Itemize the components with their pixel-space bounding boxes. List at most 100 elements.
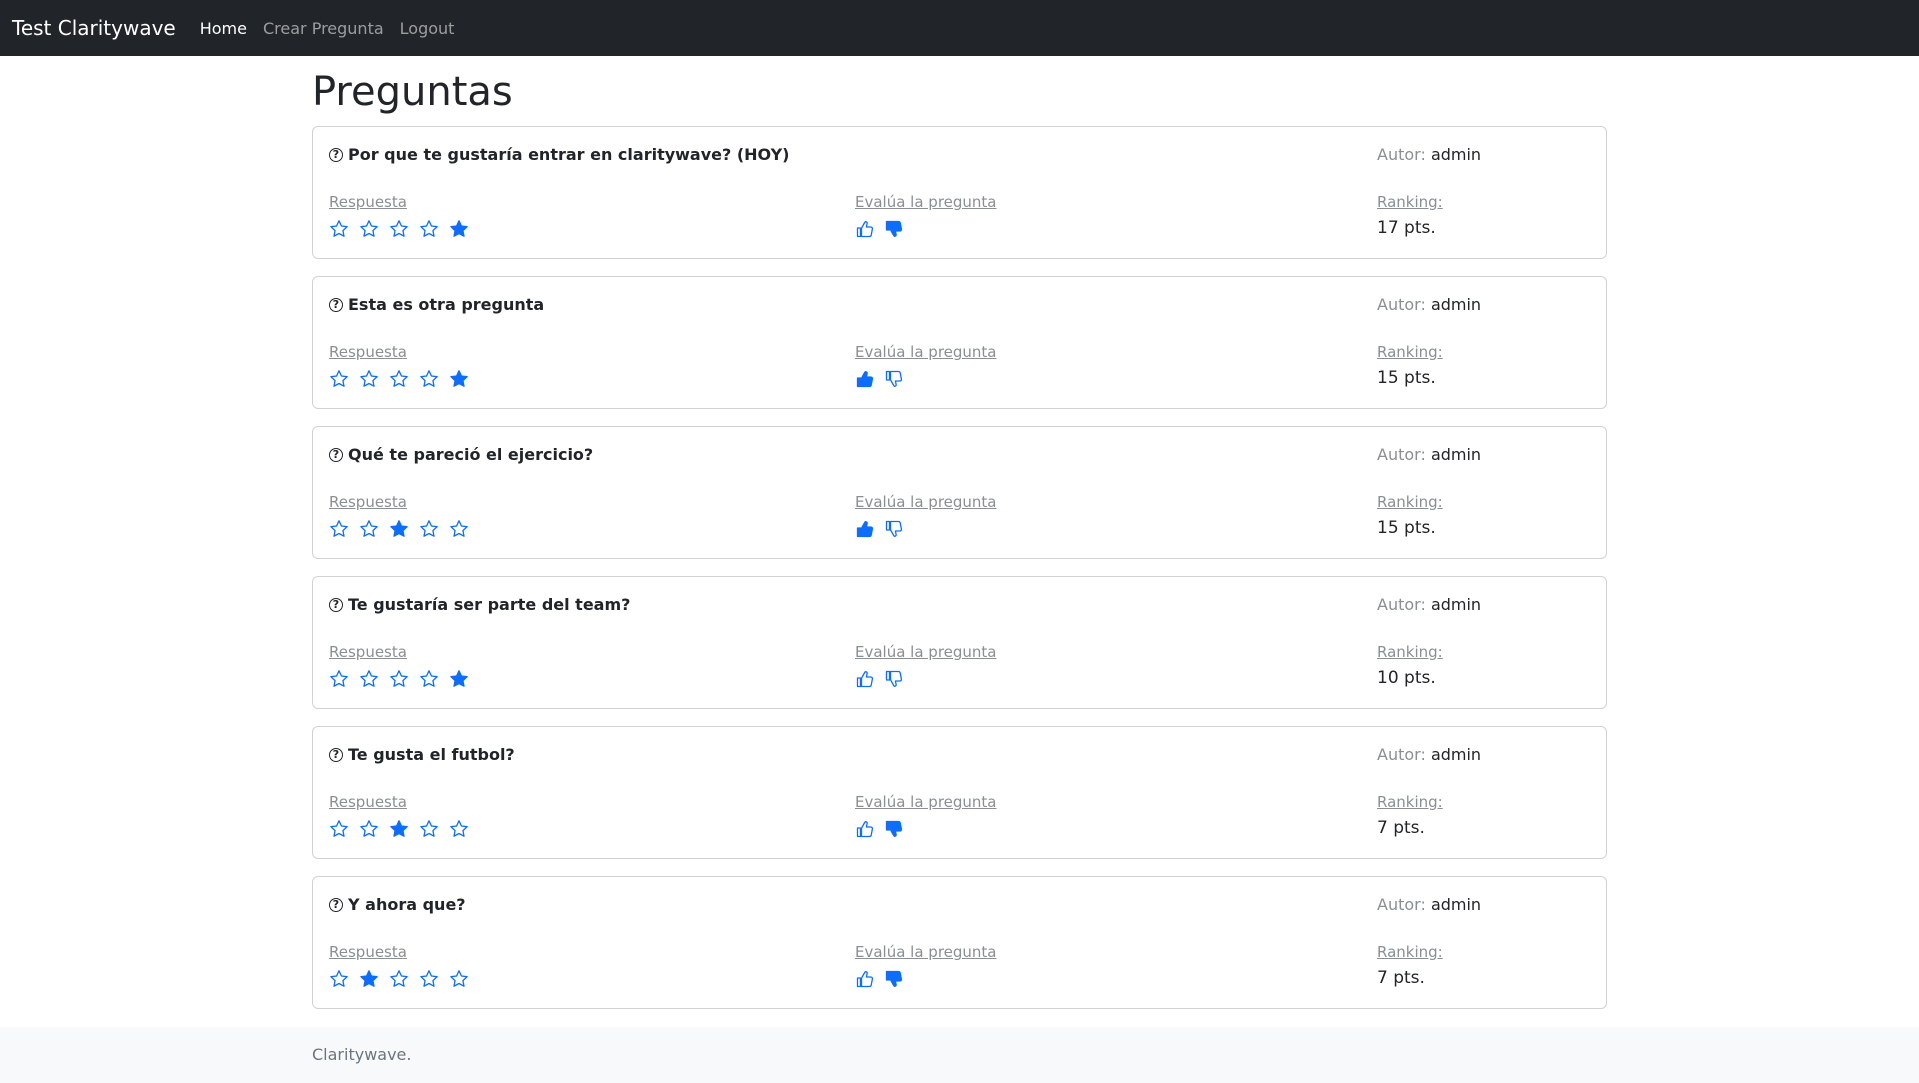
thumbs-up-icon[interactable]: [855, 819, 884, 841]
answer-label: Respuesta: [329, 943, 407, 961]
evaluate-label: Evalúa la pregunta: [855, 343, 997, 361]
question-circle-icon: ?: [329, 897, 343, 912]
author-label: Autor:: [1377, 595, 1426, 614]
vote-buttons: [855, 219, 913, 241]
question-title: ? Te gustaría ser parte del team?: [329, 595, 630, 614]
star-icon[interactable]: [449, 519, 479, 541]
star-icon[interactable]: [359, 519, 389, 541]
thumbs-down-icon[interactable]: [884, 969, 913, 991]
page-title: Preguntas: [312, 69, 513, 115]
brand-link[interactable]: Test Claritywave: [12, 16, 176, 40]
answer-label: Respuesta: [329, 343, 407, 361]
star-icon[interactable]: [449, 219, 479, 241]
star-icon[interactable]: [419, 219, 449, 241]
answer-label: Respuesta: [329, 193, 407, 211]
star-icon[interactable]: [449, 669, 479, 691]
author: Autor: admin: [1377, 145, 1481, 164]
star-icon[interactable]: [419, 969, 449, 991]
ranking-value: 15 pts.: [1377, 368, 1436, 388]
star-icon[interactable]: [419, 669, 449, 691]
author-name: admin: [1430, 595, 1482, 614]
star-icon[interactable]: [419, 369, 449, 391]
star-icon[interactable]: [329, 819, 359, 841]
question-title: ? Y ahora que?: [329, 895, 466, 914]
question-title-text: Te gusta el futbol?: [348, 745, 515, 764]
star-icon[interactable]: [329, 669, 359, 691]
star-icon[interactable]: [359, 819, 389, 841]
star-rating: [329, 669, 479, 691]
star-icon[interactable]: [449, 369, 479, 391]
star-icon[interactable]: [329, 369, 359, 391]
star-icon[interactable]: [389, 819, 419, 841]
evaluate-label: Evalúa la pregunta: [855, 193, 997, 211]
question-card: ? Qué te pareció el ejercicio? Autor: admi…: [312, 426, 1607, 559]
author: Autor: admin: [1377, 445, 1481, 464]
star-icon[interactable]: [389, 519, 419, 541]
author-label: Autor:: [1377, 745, 1426, 764]
star-icon[interactable]: [419, 819, 449, 841]
question-card: ? Y ahora que? Autor: admin Respuesta Evalúa…: [312, 876, 1607, 1009]
ranking-label: Ranking:: [1377, 643, 1443, 661]
star-icon[interactable]: [449, 969, 479, 991]
ranking-value: 17 pts.: [1377, 218, 1436, 238]
star-icon[interactable]: [389, 969, 419, 991]
question-circle-icon: ?: [329, 297, 343, 312]
ranking-label: Ranking:: [1377, 793, 1443, 811]
nav-create-question[interactable]: Crear Pregunta: [263, 19, 384, 38]
ranking-value: 7 pts.: [1377, 968, 1425, 988]
thumbs-down-icon[interactable]: [884, 219, 913, 241]
thumbs-down-icon[interactable]: [884, 819, 913, 841]
author-label: Autor:: [1377, 295, 1426, 314]
thumbs-up-icon[interactable]: [855, 369, 884, 391]
footer: Claritywave.: [0, 1027, 1919, 1083]
ranking-label: Ranking:: [1377, 493, 1443, 511]
star-icon[interactable]: [389, 669, 419, 691]
star-icon[interactable]: [389, 369, 419, 391]
thumbs-up-icon[interactable]: [855, 519, 884, 541]
question-card: ? Te gusta el futbol? Autor: admin Respuest…: [312, 726, 1607, 859]
thumbs-down-icon[interactable]: [884, 669, 913, 691]
nav-home[interactable]: Home: [200, 19, 247, 38]
footer-text: Claritywave.: [312, 1045, 412, 1064]
thumbs-up-icon[interactable]: [855, 969, 884, 991]
thumbs-down-icon[interactable]: [884, 519, 913, 541]
star-rating: [329, 369, 479, 391]
star-icon[interactable]: [329, 219, 359, 241]
answer-label: Respuesta: [329, 793, 407, 811]
author: Autor: admin: [1377, 895, 1481, 914]
evaluate-label: Evalúa la pregunta: [855, 793, 997, 811]
vote-buttons: [855, 669, 913, 691]
question-circle-icon: ?: [329, 597, 343, 612]
star-icon[interactable]: [359, 969, 389, 991]
star-icon[interactable]: [359, 369, 389, 391]
star-rating: [329, 969, 479, 991]
thumbs-up-icon[interactable]: [855, 219, 884, 241]
question-title: ? Te gusta el futbol?: [329, 745, 515, 764]
question-title: ? Por que te gustaría entrar en claritywa…: [329, 145, 789, 164]
question-title-text: Qué te pareció el ejercicio?: [348, 445, 594, 464]
star-icon[interactable]: [329, 519, 359, 541]
author-name: admin: [1430, 145, 1482, 164]
star-icon[interactable]: [389, 219, 419, 241]
star-icon[interactable]: [329, 969, 359, 991]
vote-buttons: [855, 519, 913, 541]
thumbs-up-icon[interactable]: [855, 669, 884, 691]
star-rating: [329, 219, 479, 241]
question-circle-icon: ?: [329, 447, 343, 462]
thumbs-down-icon[interactable]: [884, 369, 913, 391]
star-icon[interactable]: [359, 669, 389, 691]
ranking-label: Ranking:: [1377, 943, 1443, 961]
star-icon[interactable]: [419, 519, 449, 541]
author-label: Autor:: [1377, 145, 1426, 164]
author: Autor: admin: [1377, 295, 1481, 314]
question-list: ? Por que te gustaría entrar en claritywa…: [312, 126, 1607, 1009]
star-icon[interactable]: [449, 819, 479, 841]
author-name: admin: [1430, 895, 1482, 914]
nav-logout[interactable]: Logout: [400, 19, 455, 38]
vote-buttons: [855, 969, 913, 991]
ranking-label: Ranking:: [1377, 193, 1443, 211]
star-rating: [329, 819, 479, 841]
question-circle-icon: ?: [329, 147, 343, 162]
question-card: ? Esta es otra pregunta Autor: admin Respue…: [312, 276, 1607, 409]
star-icon[interactable]: [359, 219, 389, 241]
